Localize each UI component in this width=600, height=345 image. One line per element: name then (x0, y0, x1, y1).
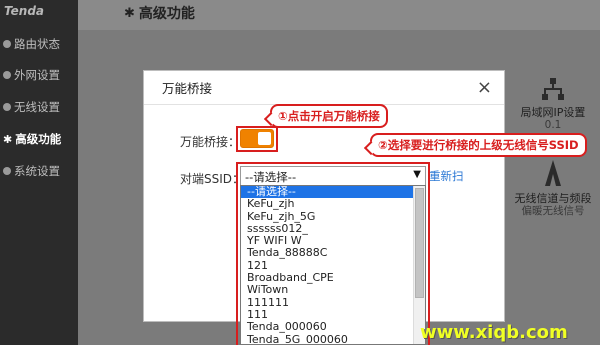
dialog-header: 万能桥接 (144, 71, 504, 105)
callout-step-2: ②选择要进行桥接的上级无线信号SSID (370, 133, 587, 157)
sidebar-item-system[interactable]: 系统设置 (0, 160, 78, 182)
ssid-label: 对端SSID： (180, 172, 245, 186)
wrench-icon: ✱ (124, 5, 135, 21)
watermark: www.xiqb.com (420, 322, 568, 343)
sidebar-item-advanced[interactable]: ✱ 高级功能 (0, 128, 78, 150)
toggle-knob (258, 132, 271, 145)
sidebar-item-label: 高级功能 (15, 132, 62, 146)
close-icon[interactable]: × (477, 77, 492, 98)
wrench-icon: ✱ (3, 132, 13, 146)
wireless-channel-tool[interactable]: 无线信道与频段 偏暖无线信号 (508, 158, 598, 218)
gear-icon (3, 167, 11, 175)
page-title-text: 高级功能 (138, 6, 195, 22)
lan-ip-settings-tool[interactable]: 局域网IP设置 0.1 (508, 76, 598, 132)
sidebar-item-wireless[interactable]: 无线设置 (0, 96, 78, 118)
sidebar-item-label: 外网设置 (14, 68, 60, 82)
network-icon (542, 78, 564, 100)
antenna-icon (545, 160, 561, 186)
tool-sublabel: 0.1 (544, 119, 562, 132)
sidebar-item-router-status[interactable]: 路由状态 (0, 33, 78, 55)
dialog-title: 万能桥接 (162, 81, 213, 96)
sidebar: Tenda 路由状态 外网设置 无线设置 ✱ 高级功能 系统设置 (0, 0, 78, 345)
tool-label: 无线信道与频段 (514, 192, 592, 205)
globe-icon (3, 71, 11, 79)
bridge-toggle-label: 万能桥接： (180, 135, 241, 149)
status-dot-icon (3, 40, 11, 48)
wifi-icon (3, 103, 11, 111)
bridge-toggle[interactable] (240, 129, 274, 148)
sidebar-item-label: 路由状态 (14, 37, 60, 51)
callout-step-1: ①点击开启万能桥接 (270, 104, 388, 128)
tenda-logo: Tenda (4, 4, 45, 18)
sidebar-item-wan[interactable]: 外网设置 (0, 64, 78, 86)
tool-label: 局域网IP设置 (520, 106, 586, 119)
ssid-highlight (236, 162, 430, 345)
sidebar-item-label: 无线设置 (14, 100, 60, 114)
rescan-link[interactable]: 重新扫 (429, 168, 464, 184)
tool-sublabel: 偏暖无线信号 (521, 205, 585, 218)
page-title: ✱ 高级功能 (124, 3, 195, 23)
sidebar-item-label: 系统设置 (14, 164, 60, 178)
